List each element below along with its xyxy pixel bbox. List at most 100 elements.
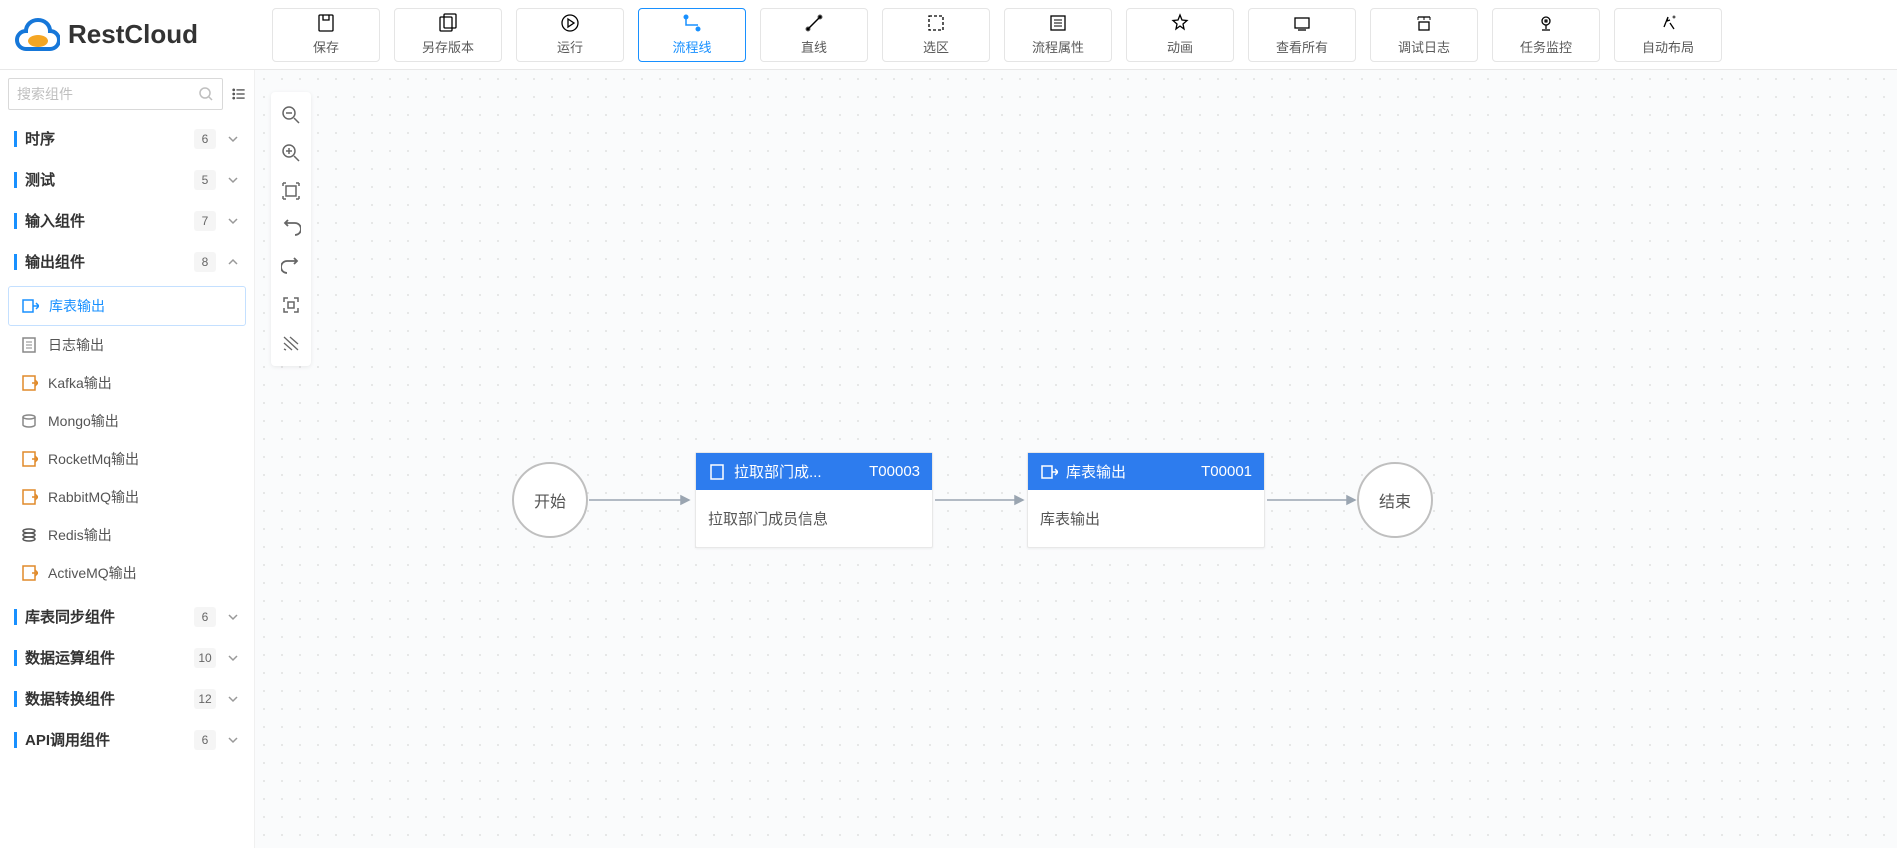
sidebar-sublist: 库表输出日志输出 Kafka输出 Mongo输出 RocketMq输出 RabbitMQ…: [8, 282, 246, 596]
toolbar-label: 查看所有: [1276, 37, 1328, 56]
app-header: RestCloud 保存 另存版本 运行流程线直线 选区 流程属性 动画查看所有 调试日志任…: [0, 0, 1897, 70]
toolbar-label: 选区: [923, 37, 949, 56]
accent-bar: [14, 254, 17, 270]
toolbar-label: 直线: [801, 37, 827, 56]
save-button[interactable]: 保存: [272, 8, 380, 62]
selection-icon: [926, 13, 946, 33]
chevron-down-icon: [226, 214, 240, 228]
flowline-button[interactable]: 流程线: [638, 8, 746, 62]
toolbar-label: 流程属性: [1032, 37, 1084, 56]
run-button[interactable]: 运行: [516, 8, 624, 62]
sidebar-item[interactable]: 库表输出: [8, 286, 246, 326]
sidebar-item-label: RocketMq输出: [48, 449, 139, 469]
logo: RestCloud: [12, 17, 232, 53]
selection-button[interactable]: 选区: [882, 8, 990, 62]
count-badge: 6: [194, 129, 216, 149]
sidebar-item[interactable]: Mongo输出: [8, 402, 246, 440]
sidebar-section[interactable]: 测试5: [8, 159, 246, 200]
sidebar-section[interactable]: 输入组件7: [8, 200, 246, 241]
search-box[interactable]: [8, 78, 223, 110]
flow-node-0[interactable]: 拉取部门成... T00003 拉取部门成员信息: [695, 452, 933, 548]
node-code: T00003: [869, 463, 920, 480]
straight-button[interactable]: 直线: [760, 8, 868, 62]
accent-bar: [14, 650, 17, 666]
sidebar-list: 时序6测试5输入组件7输出组件8库表输出日志输出Kafka输出Mongo输出Ro…: [8, 118, 246, 760]
sidebar-item-label: Redis输出: [48, 525, 112, 545]
node-title: 拉取部门成...: [734, 461, 861, 482]
main: 时序6测试5输入组件7输出组件8库表输出日志输出Kafka输出Mongo输出Ro…: [0, 70, 1897, 848]
node-body: 拉取部门成员信息: [696, 490, 932, 547]
sidebar-item-label: Mongo输出: [48, 411, 119, 431]
sidebar-section-title: 输出组件: [25, 251, 194, 272]
flowline-icon: [682, 13, 702, 33]
start-node-label: 开始: [534, 488, 566, 512]
sidebar-section[interactable]: 数据运算组件10: [8, 637, 246, 678]
sidebar-section[interactable]: API调用组件6: [8, 719, 246, 760]
node-body: 库表输出: [1028, 490, 1264, 547]
sidebar-item[interactable]: RabbitMQ输出: [8, 478, 246, 516]
flow-props-button[interactable]: 流程属性: [1004, 8, 1112, 62]
chevron-down-icon: [226, 610, 240, 624]
sidebar-item[interactable]: ActiveMQ输出: [8, 554, 246, 592]
task-monitor-icon: [1536, 13, 1556, 33]
flow-end-node[interactable]: 结束: [1357, 462, 1433, 538]
sidebar-item[interactable]: Redis输出: [8, 516, 246, 554]
sidebar-item[interactable]: Kafka输出: [8, 364, 246, 402]
table-out-icon: [1040, 463, 1058, 481]
animation-button[interactable]: 动画: [1126, 8, 1234, 62]
sidebar: 时序6测试5输入组件7输出组件8库表输出日志输出Kafka输出Mongo输出Ro…: [0, 70, 255, 848]
sidebar-item[interactable]: 日志输出: [8, 326, 246, 364]
count-badge: 8: [194, 252, 216, 272]
node-title: 库表输出: [1066, 461, 1193, 482]
view-all-icon: [1292, 13, 1312, 33]
sidebar-section-title: 输入组件: [25, 210, 194, 231]
search-input[interactable]: [17, 86, 198, 102]
accent-bar: [14, 172, 17, 188]
sidebar-section-title: 时序: [25, 128, 194, 149]
accent-bar: [14, 609, 17, 625]
accent-bar: [14, 691, 17, 707]
sidebar-item-label: RabbitMQ输出: [48, 487, 139, 507]
sidebar-item-label: 库表输出: [49, 296, 105, 316]
redis-icon: [20, 526, 38, 544]
auto-layout-button[interactable]: 自动布局: [1614, 8, 1722, 62]
sidebar-section[interactable]: 输出组件8: [8, 241, 246, 282]
sidebar-section[interactable]: 时序6: [8, 118, 246, 159]
view-all-button[interactable]: 查看所有: [1248, 8, 1356, 62]
straight-icon: [804, 13, 824, 33]
chevron-up-icon: [226, 255, 240, 269]
save-as-button[interactable]: 另存版本: [394, 8, 502, 62]
accent-bar: [14, 213, 17, 229]
toolbar-label: 另存版本: [422, 37, 474, 56]
mongo-icon: [20, 412, 38, 430]
end-node-label: 结束: [1379, 488, 1411, 512]
flow-node-1[interactable]: 库表输出 T00001 库表输出: [1027, 452, 1265, 548]
count-badge: 5: [194, 170, 216, 190]
node-header: 库表输出 T00001: [1028, 453, 1264, 490]
sidebar-section-title: 数据运算组件: [25, 647, 194, 668]
node-header: 拉取部门成... T00003: [696, 453, 932, 490]
chevron-down-icon: [226, 692, 240, 706]
count-badge: 7: [194, 211, 216, 231]
sidebar-section-title: 数据转换组件: [25, 688, 194, 709]
sidebar-item-label: Kafka输出: [48, 373, 112, 393]
cloud-logo-icon: [12, 17, 60, 53]
chevron-down-icon: [226, 132, 240, 146]
count-badge: 6: [194, 730, 216, 750]
count-badge: 12: [194, 689, 216, 709]
toolbar-label: 自动布局: [1642, 37, 1694, 56]
sidebar-section[interactable]: 库表同步组件6: [8, 596, 246, 637]
flow-start-node[interactable]: 开始: [512, 462, 588, 538]
accent-bar: [14, 131, 17, 147]
sidebar-item[interactable]: RocketMq输出: [8, 440, 246, 478]
task-monitor-button[interactable]: 任务监控: [1492, 8, 1600, 62]
sidebar-section[interactable]: 数据转换组件12: [8, 678, 246, 719]
count-badge: 10: [194, 648, 216, 668]
debug-log-icon: [1414, 13, 1434, 33]
canvas-area[interactable]: 开始 拉取部门成... T00003 拉取部门成员信息 库表输出 T00001 …: [255, 70, 1897, 848]
list-toggle-icon[interactable]: [231, 83, 246, 105]
debug-log-button[interactable]: 调试日志: [1370, 8, 1478, 62]
toolbar-label: 保存: [313, 37, 339, 56]
rocketmq-icon: [20, 450, 38, 468]
kafka-icon: [20, 374, 38, 392]
